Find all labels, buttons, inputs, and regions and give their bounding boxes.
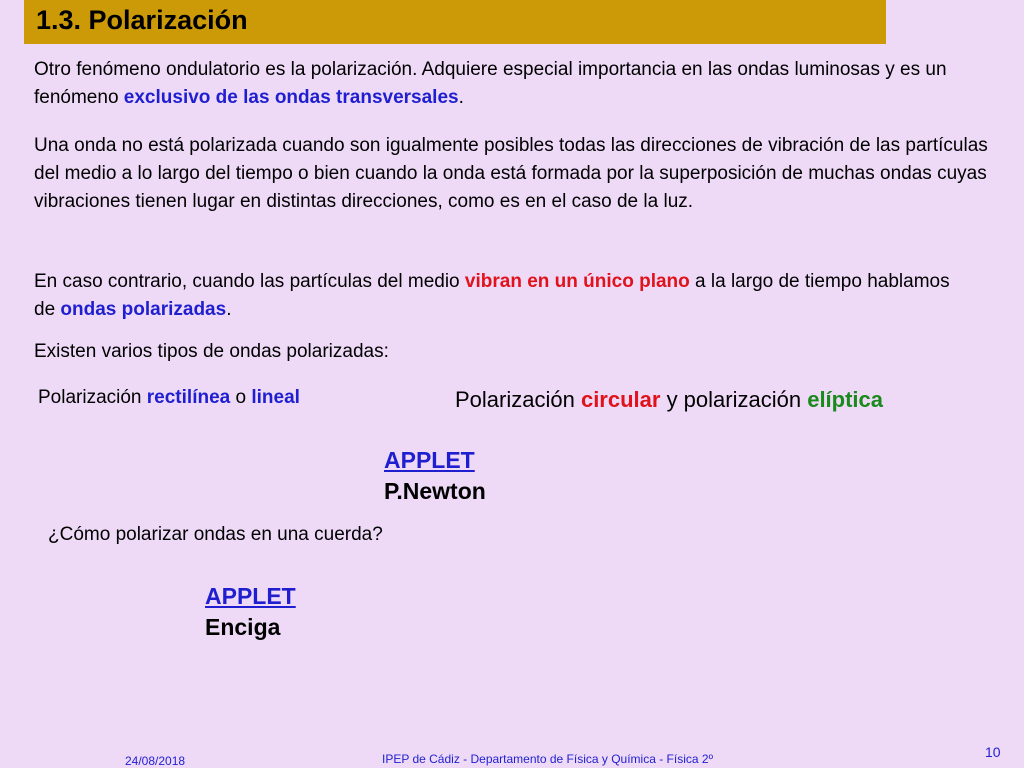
highlight-polarized-waves: ondas polarizadas (60, 299, 227, 320)
word-rectilinear: rectilínea (146, 387, 231, 408)
highlight-single-plane: vibran en un único plano (464, 271, 690, 292)
paragraph-polarized-end: . (226, 299, 232, 320)
slide-title: 1.3. Polarización (36, 5, 248, 35)
applet-enciga: APPLET Enciga (205, 581, 296, 643)
applet-newton-source: P.Newton (384, 478, 486, 504)
paragraph-polarized-text: En caso contrario, cuando las partículas… (34, 271, 465, 292)
question-rope: ¿Cómo polarizar ondas en una cuerda? (48, 524, 383, 545)
paragraph-types-intro: Existen varios tipos de ondas polarizada… (34, 341, 389, 362)
paragraph-intro: Otro fenómeno ondulatorio es la polariza… (34, 56, 964, 112)
footer-date: 24/08/2018 (125, 754, 186, 768)
word-linear: lineal (251, 387, 300, 408)
paragraph-intro-end: . (458, 87, 464, 108)
word-circular: circular (580, 387, 661, 412)
paragraph-polarized: En caso contrario, cuando las partículas… (34, 268, 974, 324)
linear-connector: o (230, 387, 252, 408)
highlight-exclusive: exclusivo de las ondas transversales (123, 87, 459, 108)
linear-polarization-label: Polarización rectilínea o lineal (38, 384, 300, 412)
word-elliptical: elíptica (807, 387, 884, 412)
applet-newton: APPLET P.Newton (384, 445, 486, 507)
circular-connector: y polarización (660, 387, 808, 412)
footer-center: IPEP de Cádiz - Departamento de Física y… (382, 752, 713, 766)
circular-elliptical-label: Polarización circular y polarización elí… (455, 386, 883, 414)
applet-enciga-source: Enciga (205, 614, 281, 640)
footer-page-number: 10 (985, 744, 1001, 760)
paragraph-unpolarized: Una onda no está polarizada cuando son i… (34, 135, 988, 212)
linear-prefix: Polarización (38, 387, 147, 408)
title-bar: 1.3. Polarización (24, 0, 886, 44)
circular-prefix: Polarización (455, 387, 581, 412)
applet-newton-link[interactable]: APPLET (384, 445, 486, 476)
applet-enciga-link[interactable]: APPLET (205, 581, 296, 612)
